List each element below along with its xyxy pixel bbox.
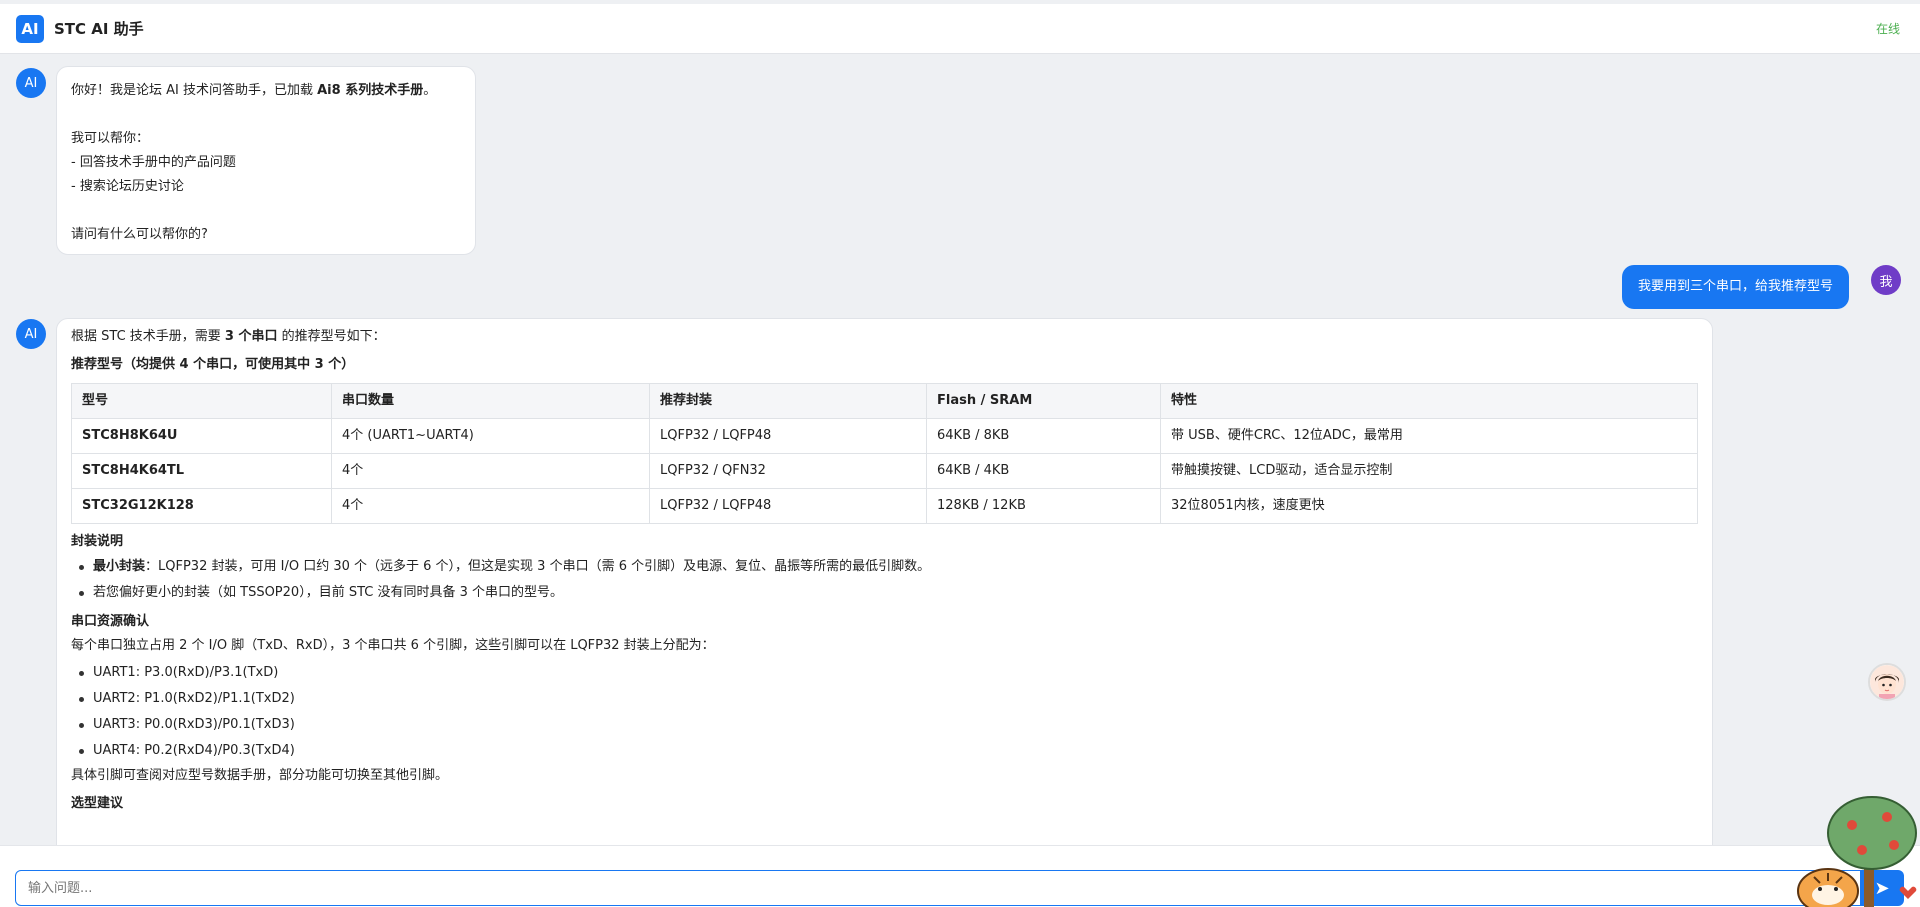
user-message: 我要用到三个串口，给我推荐型号 (1622, 265, 1850, 309)
greeting-line-3: - 回答技术手册中的产品问题 (71, 155, 236, 170)
question-input[interactable] (15, 870, 1895, 906)
list-item: UART2: P1.0(RxD2)/P1.1(TxD2) (79, 686, 1698, 712)
girl-avatar-icon[interactable] (1868, 663, 1906, 701)
cell-package: LQFP32 / LQFP48 (649, 488, 927, 524)
package-list: 最小封装：LQFP32 封装，可用 I/O 口约 30 个（远多于 6 个），但… (71, 554, 1698, 606)
cell-uart: 4个 (331, 453, 650, 489)
table-header-row: 型号 串口数量 推荐封装 Flash / SRAM 特性 (71, 383, 1698, 419)
online-status: 在线 (1875, 22, 1900, 36)
col-uart-count: 串口数量 (331, 383, 650, 419)
uart-section-title: 串口资源确认 (71, 614, 150, 629)
cell-model: STC8H4K64TL (71, 453, 332, 489)
cell-model: STC8H8K64U (71, 418, 332, 454)
app-title: STC AI 助手 (54, 20, 144, 38)
cell-features: 32位8051内核，速度更快 (1160, 488, 1698, 524)
cell-model: STC32G12K128 (71, 488, 332, 524)
cell-uart: 4个 (331, 488, 650, 524)
selection-section-title: 选型建议 (71, 796, 124, 811)
answer-message: 根据 STC 技术手册，需要 3 个串口 的推荐型号如下： 推荐型号（均提供 4… (56, 318, 1713, 845)
list-item: UART4: P0.2(RxD4)/P0.3(TxD4) (79, 738, 1698, 764)
user-avatar: 我 (1871, 265, 1901, 295)
uart-description: 每个串口独立占用 2 个 I/O 脚（TxD、RxD），3 个串口共 6 个引脚… (71, 638, 715, 653)
cell-features: 带 USB、硬件CRC、12位ADC，最常用 (1160, 418, 1698, 454)
table-row: STC8H4K64TL 4个 LQFP32 / QFN32 64KB / 4KB… (71, 453, 1698, 489)
cell-memory: 64KB / 8KB (926, 418, 1161, 454)
table-title: 推荐型号（均提供 4 个串口，可使用其中 3 个） (71, 357, 355, 372)
greeting-line-1: 你好！我是论坛 AI 技术问答助手，已加载 Ai8 系列技术手册。 (71, 83, 437, 98)
app-header: AI STC AI 助手 在线 (0, 4, 1920, 54)
cell-memory: 64KB / 4KB (926, 453, 1161, 489)
greeting-line-2: 我可以帮你： (71, 131, 150, 146)
list-item: UART3: P0.0(RxD3)/P0.1(TxD3) (79, 712, 1698, 738)
tiger-tree-mascot (1792, 795, 1920, 907)
list-item: UART1: P3.0(RxD)/P3.1(TxD) (79, 660, 1698, 686)
greeting-line-5: 请问有什么可以帮你的? (71, 227, 208, 242)
ai-avatar: AI (16, 68, 46, 98)
app-logo: AI (16, 14, 44, 43)
cell-package: LQFP32 / QFN32 (649, 453, 927, 489)
col-flash-sram: Flash / SRAM (926, 383, 1161, 419)
cell-package: LQFP32 / LQFP48 (649, 418, 927, 454)
input-bar: ➤ (0, 845, 1920, 907)
uart-note: 具体引脚可查阅对应型号数据手册，部分功能可切换至其他引脚。 (71, 768, 449, 783)
ai-avatar-answer: AI (16, 319, 46, 349)
table-row: STC32G12K128 4个 LQFP32 / LQFP48 128KB / … (71, 488, 1698, 524)
col-package: 推荐封装 (649, 383, 927, 419)
list-item: 最小封装：LQFP32 封装，可用 I/O 口约 30 个（远多于 6 个），但… (79, 554, 1698, 580)
answer-intro: 根据 STC 技术手册，需要 3 个串口 的推荐型号如下： (71, 329, 386, 344)
chat-area[interactable]: AI 你好！我是论坛 AI 技术问答助手，已加载 Ai8 系列技术手册。 我可以… (0, 55, 1920, 845)
model-table: 型号 串口数量 推荐封装 Flash / SRAM 特性 STC8H8K64U … (71, 383, 1698, 524)
list-item: 若您偏好更小的封装（如 TSSOP20），目前 STC 没有同时具备 3 个串口… (79, 580, 1698, 606)
greeting-line-4: - 搜索论坛历史讨论 (71, 179, 184, 194)
cell-features: 带触摸按键、LCD驱动，适合显示控制 (1160, 453, 1698, 489)
col-features: 特性 (1160, 383, 1698, 419)
table-row: STC8H8K64U 4个 (UART1~UART4) LQFP32 / LQF… (71, 418, 1698, 454)
package-section-title: 封装说明 (71, 534, 124, 549)
cell-uart: 4个 (UART1~UART4) (331, 418, 650, 454)
cell-memory: 128KB / 12KB (926, 488, 1161, 524)
uart-list: UART1: P3.0(RxD)/P3.1(TxD) UART2: P1.0(R… (71, 660, 1698, 764)
greeting-message: 你好！我是论坛 AI 技术问答助手，已加载 Ai8 系列技术手册。 我可以帮你：… (56, 66, 476, 255)
col-model: 型号 (71, 383, 332, 419)
